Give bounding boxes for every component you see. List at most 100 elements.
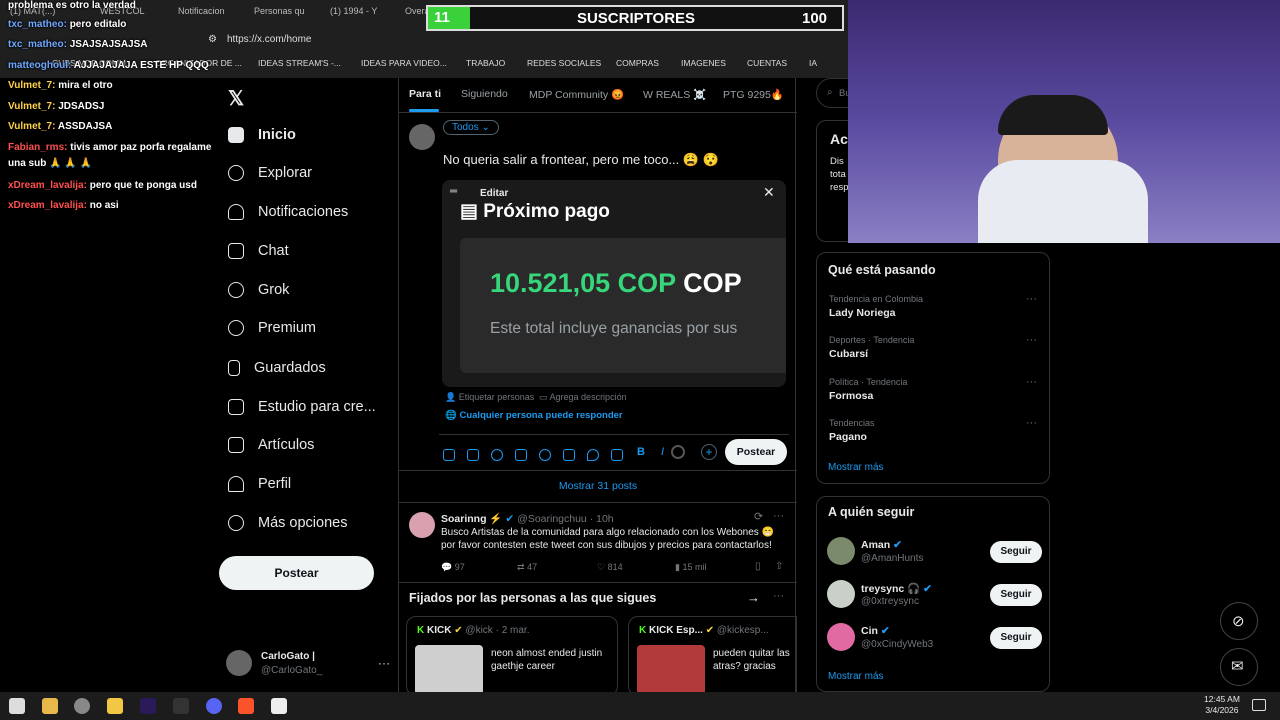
more-icon[interactable]: ··· bbox=[1026, 293, 1037, 305]
poll-icon[interactable] bbox=[515, 449, 527, 461]
discord-icon[interactable] bbox=[206, 698, 222, 714]
premiere-icon[interactable] bbox=[140, 698, 156, 714]
file-explorer-icon[interactable] bbox=[42, 698, 58, 714]
tab-ptg[interactable]: PTG 9295🔥 bbox=[723, 88, 784, 101]
bookmark[interactable]: TRABAJO bbox=[466, 58, 505, 68]
show-new-posts[interactable]: Mostrar 31 posts bbox=[399, 480, 797, 492]
drag-handle-icon[interactable]: ═ bbox=[450, 186, 457, 197]
compose-text[interactable]: No queria salir a frontear, pero me toco… bbox=[443, 152, 719, 168]
like-action[interactable]: ♡ 814 bbox=[597, 562, 623, 573]
start-icon[interactable] bbox=[9, 698, 25, 714]
app-icon[interactable] bbox=[173, 698, 189, 714]
edit-media-button[interactable]: Editar bbox=[480, 188, 508, 199]
nav-chat[interactable]: Chat bbox=[228, 238, 289, 264]
tweet-author[interactable]: Soarinng ⚡ bbox=[441, 513, 503, 525]
trend-item[interactable]: Política · Tendencia Formosa bbox=[829, 377, 907, 402]
trend-item[interactable]: Tendencias Pagano bbox=[829, 418, 875, 443]
chat-text: no asi bbox=[89, 200, 119, 211]
follow-suggestion[interactable]: Aman ✔ @AmanHunts Seguir bbox=[827, 537, 1042, 567]
bookmark[interactable]: IA bbox=[809, 58, 817, 68]
notes-icon[interactable] bbox=[107, 698, 123, 714]
nav-profile[interactable]: Perfil bbox=[228, 471, 291, 497]
italic-icon[interactable]: I bbox=[661, 446, 664, 458]
bookmark[interactable]: IMAGENES bbox=[681, 58, 726, 68]
more-icon[interactable]: ··· bbox=[773, 510, 784, 522]
brave-icon[interactable] bbox=[238, 698, 254, 714]
gif-icon[interactable] bbox=[467, 449, 479, 461]
location-icon[interactable] bbox=[587, 449, 599, 461]
trend-item[interactable]: Tendencia en Colombia Lady Noriega bbox=[829, 294, 923, 319]
browser-tab[interactable]: Personas qu bbox=[254, 6, 305, 22]
bookmark-icon[interactable]: ▯ bbox=[755, 561, 761, 572]
tweet-handle[interactable]: @Soaringchuu bbox=[517, 513, 587, 525]
nav-explore[interactable]: Explorar bbox=[228, 160, 312, 186]
tag-people-link[interactable]: 👤 Etiquetar personas bbox=[445, 392, 534, 403]
follow-suggestion[interactable]: treysync 🎧 ✔ @0xtreysync Seguir bbox=[827, 580, 1042, 610]
add-description-link[interactable]: ▭ Agrega descripción bbox=[539, 392, 627, 403]
compose-post-button[interactable]: Postear bbox=[725, 439, 787, 465]
show-more-follow[interactable]: Mostrar más bbox=[828, 671, 884, 682]
close-icon[interactable]: ✕ bbox=[763, 184, 775, 201]
bookmark[interactable]: IDEAS STREAM'S -... bbox=[258, 58, 341, 68]
bookmark[interactable]: IDEAS PARA VIDEO... bbox=[361, 58, 447, 68]
nav-grok[interactable]: Grok bbox=[228, 277, 289, 303]
x-logo-icon[interactable]: 𝕏 bbox=[228, 86, 244, 111]
schedule-icon[interactable] bbox=[563, 449, 575, 461]
browser-tab[interactable]: (1) 1994 - Y bbox=[330, 6, 377, 22]
image-icon[interactable] bbox=[443, 449, 455, 461]
emoji-icon[interactable] bbox=[539, 449, 551, 461]
account-switcher[interactable]: CarloGato | @CarloGato_ ··· bbox=[226, 648, 391, 682]
tab-wreals[interactable]: W REALS ☠️ bbox=[643, 88, 706, 101]
nav-home[interactable]: Inicio bbox=[228, 122, 296, 148]
views-action[interactable]: ▮ 15 mil bbox=[675, 562, 706, 573]
bold-icon[interactable]: B bbox=[637, 446, 645, 458]
nav-notifications[interactable]: Notificaciones bbox=[228, 199, 348, 225]
follow-button[interactable]: Seguir bbox=[990, 541, 1042, 563]
nav-premium[interactable]: Premium bbox=[228, 315, 316, 341]
pinned-card[interactable]: K KICK ✔ @kick · 2 mar. neon almost ende… bbox=[406, 616, 618, 696]
grok-icon[interactable]: ⟳ bbox=[754, 510, 763, 523]
more-icon[interactable]: ··· bbox=[1026, 417, 1037, 429]
obs-icon[interactable] bbox=[74, 698, 90, 714]
notifications-icon[interactable] bbox=[1252, 699, 1266, 711]
flag-icon[interactable] bbox=[611, 449, 623, 461]
more-icon[interactable]: ··· bbox=[1026, 334, 1037, 346]
tweet-time[interactable]: 10h bbox=[596, 513, 614, 525]
bookmark[interactable]: CUENTAS bbox=[747, 58, 787, 68]
nav-studio[interactable]: Estudio para cre... bbox=[228, 394, 376, 420]
reply-icon: 💬 bbox=[441, 562, 453, 572]
retweet-action[interactable]: ⇄ 47 bbox=[517, 562, 537, 573]
clock[interactable]: 12:45 AM 3/4/2026 bbox=[1204, 694, 1240, 716]
post-button[interactable]: Postear bbox=[219, 556, 374, 590]
share-icon[interactable]: ⇧ bbox=[775, 561, 783, 572]
address-bar[interactable]: ⚙ https://x.com/home bbox=[200, 30, 848, 50]
document-icon[interactable] bbox=[271, 698, 287, 714]
more-icon[interactable]: ··· bbox=[1026, 376, 1037, 388]
arrow-right-icon[interactable]: → bbox=[747, 590, 760, 605]
follow-button[interactable]: Seguir bbox=[990, 584, 1042, 606]
reply-action[interactable]: 💬 97 bbox=[441, 562, 465, 573]
person-icon bbox=[228, 476, 244, 492]
follow-suggestion[interactable]: Cin ✔ @0xCindyWeb3 Seguir bbox=[827, 623, 1042, 653]
audience-selector[interactable]: Todos ⌄ bbox=[443, 120, 499, 135]
tab-following[interactable]: Siguiendo bbox=[461, 88, 508, 100]
verified-icon: ✔ bbox=[454, 625, 463, 636]
nav-more[interactable]: Más opciones bbox=[228, 510, 347, 536]
add-thread-icon[interactable]: + bbox=[701, 444, 717, 460]
bookmark[interactable]: REDES SOCIALES bbox=[527, 58, 601, 68]
trend-item[interactable]: Deportes · Tendencia Cubarsí bbox=[829, 335, 914, 360]
more-icon[interactable]: ··· bbox=[773, 590, 784, 602]
messages-float-icon[interactable]: ✉ bbox=[1220, 648, 1258, 686]
nav-bookmarks[interactable]: Guardados bbox=[228, 355, 326, 381]
bookmark[interactable]: COMPRAS bbox=[616, 58, 659, 68]
follow-button[interactable]: Seguir bbox=[990, 627, 1042, 649]
grok-float-icon[interactable]: ⊘ bbox=[1220, 602, 1258, 640]
grok-icon[interactable] bbox=[491, 449, 503, 461]
pinned-card[interactable]: K KICK Esp... ✔ @kickesp... pueden quita… bbox=[628, 616, 797, 696]
reply-setting[interactable]: 🌐 Cualquier persona puede responder bbox=[445, 410, 623, 421]
more-icon[interactable]: ··· bbox=[378, 656, 390, 670]
tab-for-you[interactable]: Para ti bbox=[409, 88, 441, 100]
tab-mdp[interactable]: MDP Community 😡 bbox=[529, 88, 624, 101]
nav-articles[interactable]: Artículos bbox=[228, 432, 314, 458]
show-more-trends[interactable]: Mostrar más bbox=[828, 462, 884, 473]
